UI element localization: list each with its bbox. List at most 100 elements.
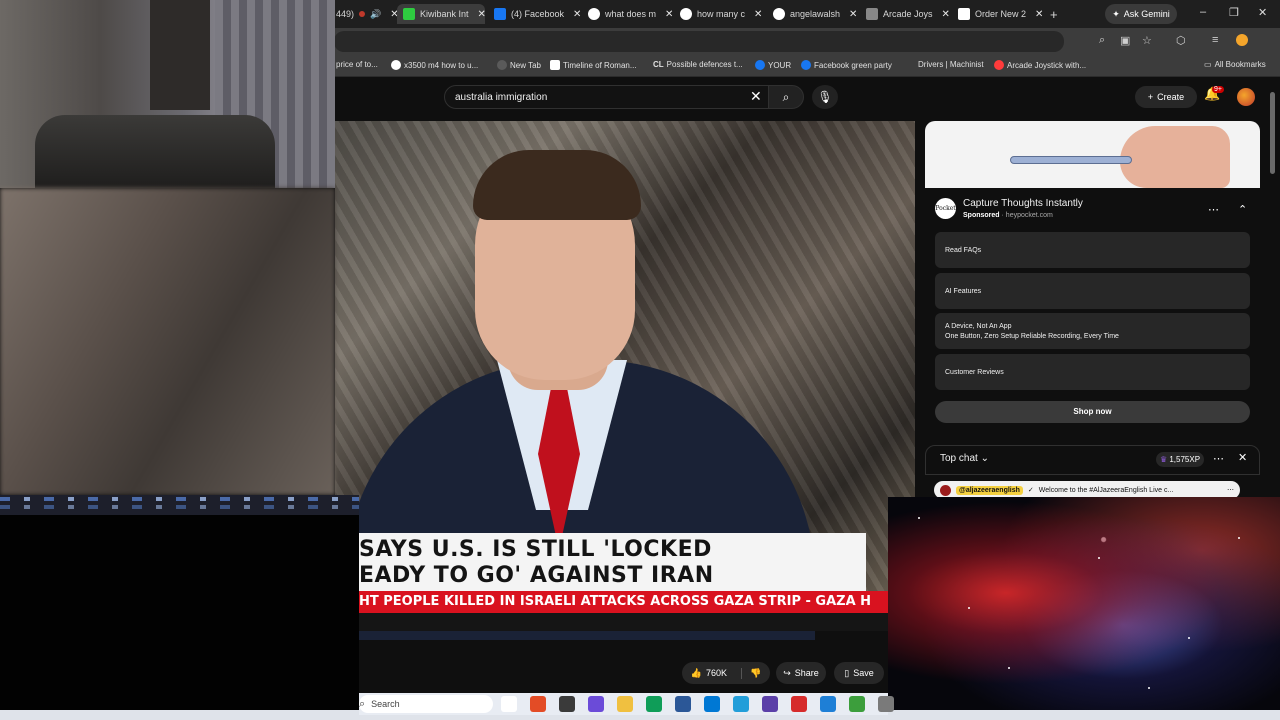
xp-badge[interactable]: ♛ 1,575XP — [1156, 452, 1204, 467]
ad-link-device[interactable]: A Device, Not An App One Button, Zero Se… — [935, 313, 1250, 349]
bookmark-star-icon[interactable]: ☆ — [1142, 34, 1152, 47]
taskbar-app-icon[interactable] — [820, 696, 836, 712]
chevron-up-icon[interactable]: ⌃ — [1238, 203, 1247, 216]
star — [1188, 637, 1190, 639]
all-bookmarks-label: All Bookmarks — [1214, 60, 1266, 69]
tab-5[interactable]: how many c ✕ — [680, 4, 762, 24]
taskbar-app-icon[interactable] — [733, 696, 749, 712]
star — [968, 607, 970, 609]
search-button[interactable]: ⌕ — [768, 85, 804, 109]
tab-8[interactable]: Order New 2 ✕ — [958, 4, 1043, 24]
tab-4[interactable]: what does m ✕ — [588, 4, 673, 24]
ad-link-ai-features[interactable]: AI Features — [935, 273, 1250, 309]
kiwibank-icon — [403, 8, 415, 20]
taskbar-app-icon[interactable] — [762, 696, 778, 712]
restore-icon[interactable]: ❐ — [1229, 6, 1239, 19]
chat-more-options-icon[interactable]: ⋯ — [1213, 452, 1224, 465]
bookmark-item[interactable]: Timeline of Roman... — [550, 60, 637, 70]
tab-7[interactable]: Arcade Joys ✕ — [866, 4, 950, 24]
taskbar-app-icon[interactable] — [530, 696, 546, 712]
ad-title[interactable]: Capture Thoughts Instantly — [963, 198, 1083, 209]
taskbar-app-icon[interactable] — [588, 696, 604, 712]
verified-check-icon: ✓ — [1027, 487, 1034, 494]
ad-link-read-faqs[interactable]: Read FAQs — [935, 232, 1250, 268]
bookmark-label: Arcade Joystick with... — [1007, 60, 1087, 70]
bookmark-label: price of to... — [336, 60, 378, 69]
microphone-icon[interactable]: 🎙 — [812, 85, 838, 109]
tab-1[interactable]: 449) 🔊 ✕ — [336, 4, 399, 24]
chat-mode-dropdown[interactable]: Top chat ⌄ — [940, 453, 989, 464]
speaker-icon[interactable]: 🔊 — [370, 9, 381, 20]
taskbar-app-icon[interactable] — [501, 696, 517, 712]
ad-link-customer-reviews[interactable]: Customer Reviews — [935, 354, 1250, 390]
reading-list-icon[interactable]: ≡ — [1212, 34, 1218, 46]
taskbar-app-icon[interactable] — [617, 696, 633, 712]
taskbar-app-icon[interactable] — [704, 696, 720, 712]
webcam-bed — [35, 115, 275, 188]
bookmark-item[interactable]: Facebook green party — [801, 60, 892, 70]
chevron-down-icon: ⌄ — [980, 453, 989, 464]
omnibox[interactable] — [334, 31, 1064, 52]
save-button[interactable]: ▯ Save — [834, 662, 884, 684]
bookmark-item[interactable]: Drivers | Machinist — [918, 60, 984, 69]
folder-icon: ▭ — [1204, 60, 1212, 69]
close-tab-icon[interactable]: ✕ — [665, 9, 673, 20]
taskbar-app-icon[interactable] — [559, 696, 575, 712]
close-tab-icon[interactable]: ✕ — [573, 9, 581, 20]
ad-domain: heypocket.com — [1005, 212, 1053, 219]
tab-2[interactable]: Kiwibank Int ✕ — [397, 4, 485, 24]
bookmark-item[interactable]: price of to... — [336, 60, 378, 69]
create-button[interactable]: + Create — [1135, 86, 1197, 108]
bookmark-item[interactable]: Arcade Joystick with... — [994, 60, 1086, 70]
close-tab-icon[interactable]: ✕ — [1035, 9, 1043, 20]
minimize-icon[interactable]: – — [1200, 6, 1206, 18]
close-window-icon[interactable]: ✕ — [1258, 6, 1267, 19]
taskbar-app-icon[interactable] — [675, 696, 691, 712]
zoom-icon[interactable]: ⌕ — [1099, 34, 1105, 47]
taskbar-app-icon[interactable] — [849, 696, 865, 712]
more-options-icon[interactable]: ⋯ — [1227, 486, 1234, 494]
taskbar-search[interactable]: ⌕ Search — [359, 695, 493, 713]
new-tab-button[interactable]: + — [1050, 4, 1058, 24]
share-button[interactable]: ↪ Share — [776, 662, 826, 684]
share-arrow-icon: ↪ — [783, 667, 791, 678]
ad-hand-image — [1120, 126, 1230, 188]
close-tab-icon[interactable]: ✕ — [942, 9, 950, 20]
star — [1238, 537, 1240, 539]
taskbar-app-icon[interactable] — [646, 696, 662, 712]
ad-link-subtitle: One Button, Zero Setup Reliable Recordin… — [945, 332, 1119, 340]
page-scrollbar[interactable] — [1270, 92, 1275, 174]
record-dot-icon — [359, 11, 366, 17]
clear-search-icon[interactable]: ✕ — [750, 88, 762, 105]
tab-3[interactable]: (4) Facebook ✕ — [494, 4, 581, 24]
bookmark-item[interactable]: CL Possible defences t... — [653, 60, 743, 69]
thumbs-up-icon[interactable]: 👍 — [691, 668, 702, 679]
chat-author-handle[interactable]: @aljazeeraenglish — [956, 485, 1023, 495]
more-options-icon[interactable]: ⋯ — [1208, 203, 1219, 216]
taskbar-app-icon[interactable] — [878, 696, 894, 712]
bookmark-item[interactable]: New Tab — [497, 60, 541, 70]
pocket-logo: Pocket — [935, 198, 956, 219]
ask-gemini-button[interactable]: ✦ Ask Gemini — [1105, 4, 1177, 24]
bookmark-item[interactable]: YOUR — [755, 60, 791, 70]
save-bookmark-icon: ▯ — [844, 667, 850, 678]
close-tab-icon[interactable]: ✕ — [754, 9, 762, 20]
profile-avatar[interactable] — [1236, 34, 1248, 46]
like-count[interactable]: 760K — [706, 668, 727, 678]
tab-6[interactable]: angelawalsh ✕ — [773, 4, 857, 24]
all-bookmarks-button[interactable]: ▭ All Bookmarks — [1204, 60, 1266, 69]
google-icon — [680, 8, 692, 20]
presenter-hair — [473, 150, 641, 220]
avatar[interactable] — [1237, 88, 1255, 106]
close-chat-icon[interactable]: ✕ — [1238, 451, 1247, 464]
close-tab-icon[interactable]: ✕ — [478, 9, 485, 20]
bookmark-item[interactable]: x3500 m4 how to u... — [391, 60, 478, 70]
extensions-icon[interactable]: ⬡ — [1176, 34, 1186, 47]
close-tab-icon[interactable]: ✕ — [849, 9, 857, 20]
cast-icon[interactable]: ▣ — [1120, 34, 1130, 47]
thumbs-down-icon[interactable]: 👎 — [741, 667, 761, 679]
taskbar-app-icon[interactable] — [791, 696, 807, 712]
search-input[interactable]: australia immigration — [444, 85, 774, 109]
shop-now-button[interactable]: Shop now — [935, 401, 1250, 423]
bookmark-label: New Tab — [510, 60, 541, 70]
